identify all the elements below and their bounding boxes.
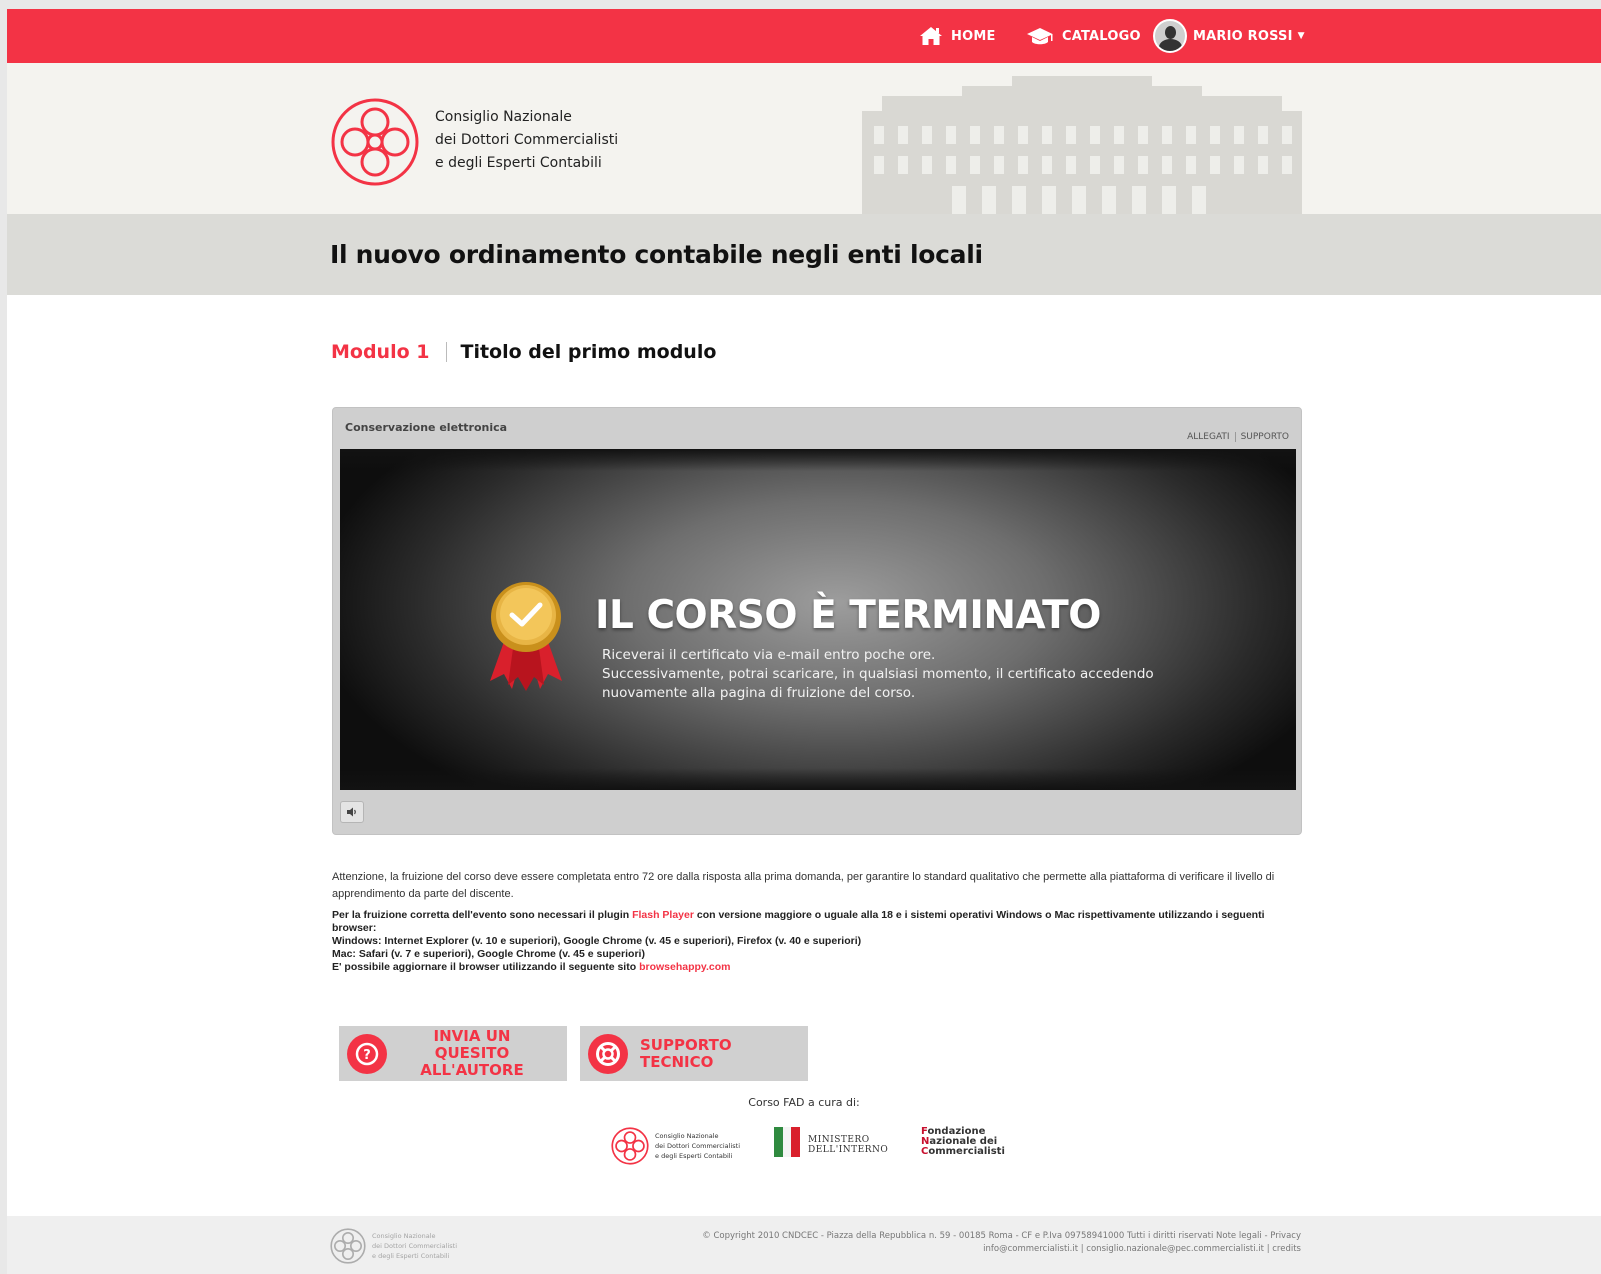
completed-line-1: Riceverai il certificato via e-mail entr…	[602, 647, 936, 663]
footer-logo-icon	[330, 1228, 366, 1264]
cndcec-logo-icon[interactable]	[330, 97, 420, 187]
nav-catalog-label: CATALOGO	[1062, 28, 1141, 44]
ask-author-label-line2: ALL'AUTORE	[420, 1061, 524, 1079]
nav-home-label: HOME	[951, 28, 996, 44]
player-screen[interactable]: IL CORSO È TERMINATO Riceverai il certif…	[340, 449, 1296, 790]
plugin-text-before: Per la fruizione corretta dell'evento so…	[332, 909, 633, 921]
update-text: E' possibile aggiornare il browser utili…	[332, 961, 640, 973]
question-icon: ?	[347, 1033, 387, 1074]
medal-icon	[490, 582, 562, 691]
footer-logo: Consiglio Nazionale dei Dottori Commerci…	[330, 1228, 457, 1264]
org-name-line1: Consiglio Nazionale	[435, 109, 572, 125]
org-name-line3: e degli Esperti Contabili	[435, 155, 602, 171]
footer-logo-line1: Consiglio Nazionale	[372, 1232, 436, 1240]
org-name: Consiglio Nazionale dei Dottori Commerci…	[435, 106, 618, 175]
browsehappy-link[interactable]: browsehappy.com	[639, 961, 730, 973]
avatar	[1153, 19, 1187, 53]
mac-requirement: Mac: Safari (v. 7 e superiori), Google C…	[332, 948, 645, 960]
module-heading: Modulo 1 Titolo del primo modulo	[331, 341, 716, 363]
supporto-link[interactable]: SUPPORTO	[1241, 432, 1289, 442]
tech-support-label: SUPPORTO TECNICO	[640, 1035, 732, 1071]
footer-copyright: © Copyright 2010 CNDCEC - Piazza della R…	[702, 1231, 1301, 1241]
footer-text: © Copyright 2010 CNDCEC - Piazza della R…	[702, 1230, 1301, 1256]
player-title: Conservazione elettronica	[345, 421, 508, 434]
lifebuoy-icon	[588, 1033, 628, 1074]
svg-text:?: ?	[363, 1048, 371, 1063]
ask-author-label: INVIA UN QUESITO ALL'AUTORE	[397, 1028, 547, 1079]
volume-icon	[347, 807, 356, 817]
tech-support-label-line1: SUPPORTO	[640, 1035, 732, 1054]
completed-line-3: nuovamente alla pagina di fruizione del …	[602, 685, 916, 701]
screen-bottom-shade	[340, 768, 1296, 790]
flash-player-link[interactable]: Flash Player	[632, 909, 694, 921]
update-browser: E' possibile aggiornare il browser utili…	[332, 961, 1302, 974]
player-links-divider	[1234, 432, 1236, 442]
partner-cndcec-name: Consiglio Nazionale dei Dottori Commerci…	[655, 1131, 740, 1161]
ask-author-button[interactable]: ? INVIA UN QUESITO ALL'AUTORE	[339, 1026, 567, 1081]
partner-ministero-line2: DELL'INTERNO	[808, 1145, 889, 1155]
ask-author-label-line1: INVIA UN QUESITO	[433, 1027, 511, 1062]
course-title-band: Il nuovo ordinamento contabile negli ent…	[7, 214, 1601, 295]
partners-caption: Corso FAD a cura di:	[748, 1096, 860, 1109]
module-divider	[445, 342, 447, 362]
partner-cndcec-line2: dei Dottori Commercialisti	[655, 1142, 741, 1150]
org-name-line2: dei Dottori Commercialisti	[435, 132, 619, 148]
footer-logo-line2: dei Dottori Commercialisti	[372, 1242, 458, 1250]
site-footer: Consiglio Nazionale dei Dottori Commerci…	[7, 1216, 1601, 1274]
footer-logo-text: Consiglio Nazionale dei Dottori Commerci…	[372, 1231, 457, 1261]
completion-warning: Attenzione, la fruizione del corso deve …	[332, 871, 1275, 900]
partner-cndcec: Consiglio Nazionale dei Dottori Commerci…	[611, 1127, 740, 1165]
partner-ministero-line1: MINISTERO	[808, 1135, 870, 1145]
partner-ministero-name: MINISTERO DELL'INTERNO	[808, 1135, 888, 1155]
partner-fondazione-line3: Commercialisti	[921, 1146, 1005, 1157]
building-illustration	[862, 76, 1302, 214]
user-menu[interactable]: MARIO ROSSI ▼	[1153, 9, 1305, 63]
caret-down-icon: ▼	[1297, 31, 1305, 41]
allegati-link[interactable]: ALLEGATI	[1187, 432, 1229, 442]
player-links: ALLEGATI SUPPORTO	[1187, 432, 1289, 442]
module-number: Modulo 1	[331, 341, 430, 363]
italian-flag-icon	[774, 1127, 801, 1157]
plugin-requirement: Per la fruizione corretta dell'evento so…	[332, 909, 1302, 935]
partner-fondazione-name: Fondazione Nazionale dei Commercialisti	[921, 1127, 1005, 1157]
footer-contacts[interactable]: info@commercialisti.it | consiglio.nazio…	[702, 1243, 1301, 1256]
course-completed-title: IL CORSO È TERMINATO	[595, 593, 1101, 638]
tech-support-button[interactable]: SUPPORTO TECNICO	[580, 1026, 808, 1081]
windows-requirement: Windows: Internet Explorer (v. 10 e supe…	[332, 935, 862, 947]
nav-home[interactable]: HOME	[919, 9, 996, 63]
page: HOME CATALOGO MARIO ROSSI ▼ Consiglio Na…	[7, 9, 1601, 1274]
requirements-notice: Per la fruizione corretta dell'evento so…	[332, 909, 1302, 974]
course-player: Conservazione elettronica ALLEGATI SUPPO…	[332, 407, 1302, 835]
partner-ministero: MINISTERO DELL'INTERNO	[774, 1127, 888, 1157]
course-completed-text: Riceverai il certificato via e-mail entr…	[602, 646, 1154, 703]
course-title: Il nuovo ordinamento contabile negli ent…	[330, 240, 983, 269]
home-icon	[920, 27, 942, 45]
site-header: Consiglio Nazionale dei Dottori Commerci…	[7, 63, 1601, 214]
cndcec-logo-small-icon	[611, 1127, 649, 1165]
user-name: MARIO ROSSI	[1193, 28, 1293, 44]
module-title: Titolo del primo modulo	[460, 341, 717, 363]
screen-top-shade	[340, 449, 1296, 471]
completed-line-2: Successivamente, potrai scaricare, in qu…	[602, 666, 1154, 682]
footer-logo-line3: e degli Esperti Contabili	[372, 1252, 450, 1260]
partner-cndcec-line3: e degli Esperti Contabili	[655, 1152, 733, 1160]
partner-fondazione: Fondazione Nazionale dei Commercialisti	[921, 1127, 1005, 1157]
partner-cndcec-line1: Consiglio Nazionale	[655, 1132, 719, 1140]
volume-button[interactable]	[340, 801, 364, 823]
tech-support-label-line2: TECNICO	[640, 1052, 714, 1071]
graduation-cap-icon	[1027, 28, 1053, 45]
top-navbar: HOME CATALOGO MARIO ROSSI ▼	[7, 9, 1601, 63]
nav-catalog[interactable]: CATALOGO	[1026, 9, 1141, 63]
